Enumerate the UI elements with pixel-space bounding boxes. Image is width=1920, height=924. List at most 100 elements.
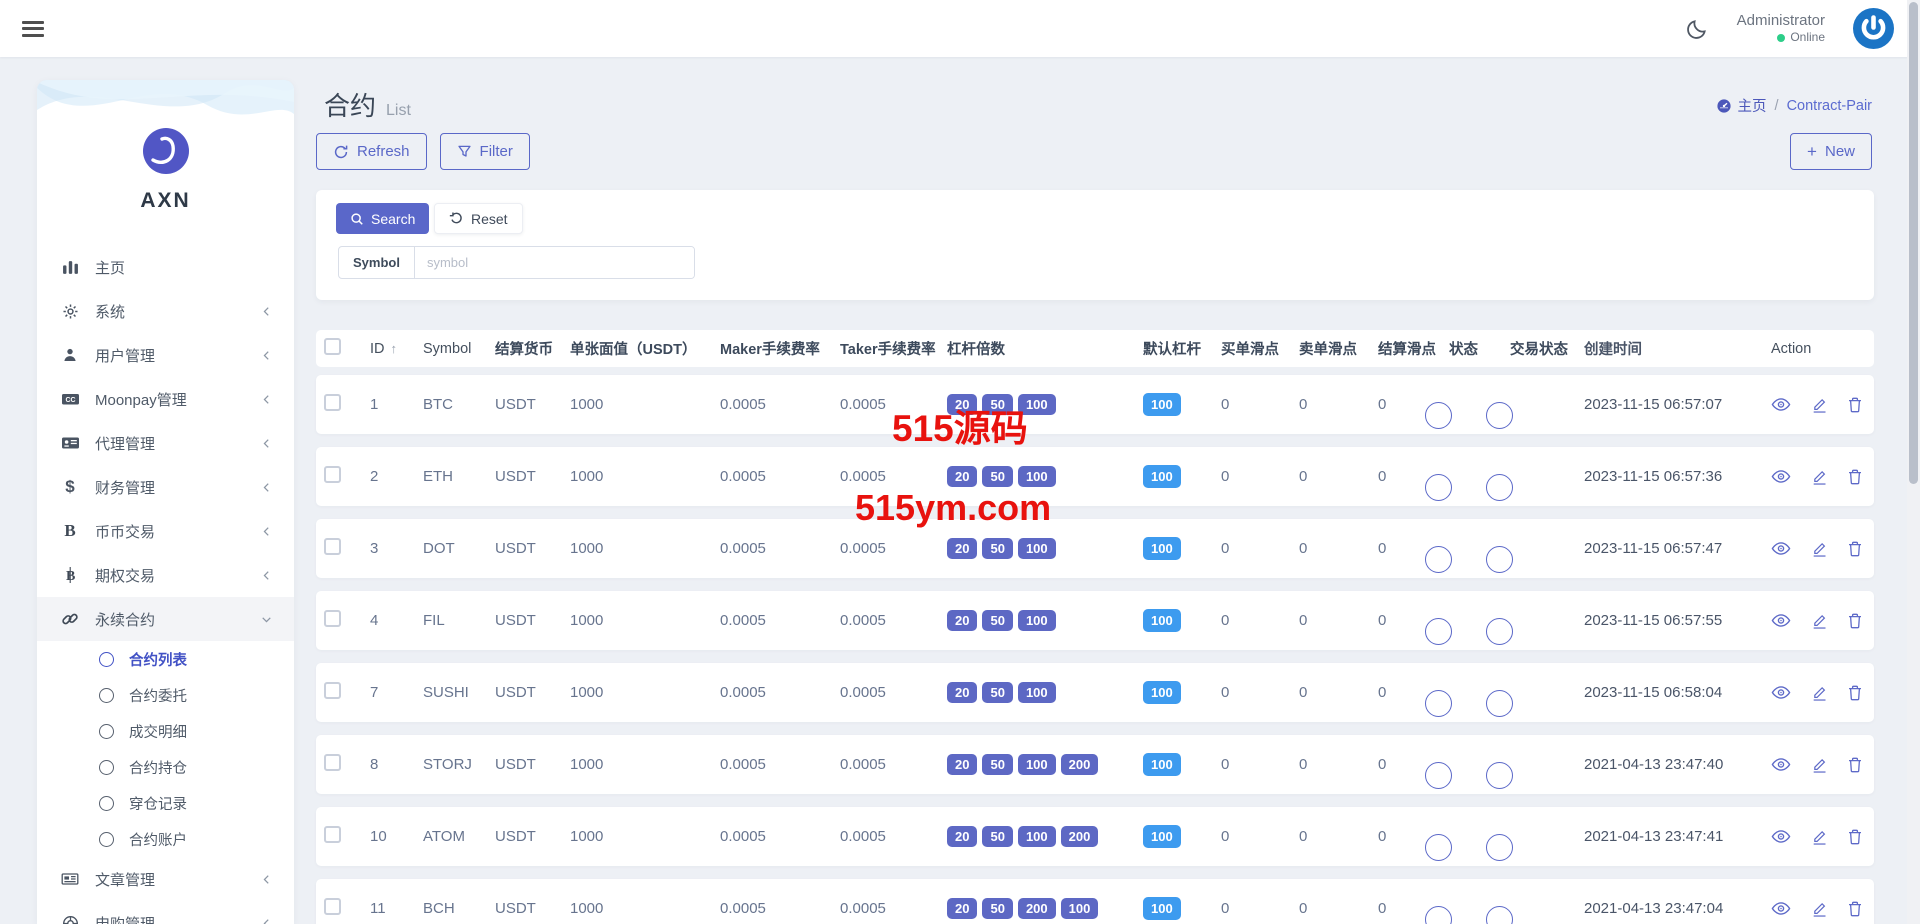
sidebar-item-8[interactable]: B期权交易 <box>37 553 294 597</box>
sidebar-item-1[interactable]: 主页 <box>37 245 294 289</box>
leverage-badge: 50 <box>982 754 1012 775</box>
cell-maker-fee: 0.0005 <box>720 540 840 557</box>
cell-default-leverage: 100 <box>1143 900 1221 917</box>
circle-icon <box>99 652 114 667</box>
row-checkbox[interactable] <box>324 682 341 699</box>
cell-face-value: 1000 <box>570 468 720 485</box>
sidebar-subitem-2[interactable]: 合约委托 <box>37 677 294 713</box>
table-row: 11BCHUSDT10000.00050.0005205020010010000… <box>316 879 1874 924</box>
search-button[interactable]: Search <box>336 203 429 234</box>
sidebar-subitem-4[interactable]: 合约持仓 <box>37 749 294 785</box>
edit-button[interactable] <box>1812 829 1827 845</box>
edit-button[interactable] <box>1812 901 1827 917</box>
dark-mode-icon[interactable] <box>1685 17 1709 41</box>
new-button[interactable]: + New <box>1790 133 1872 170</box>
cell-created-at: 2023-11-15 06:57:36 <box>1584 468 1761 485</box>
sidebar-item-3[interactable]: 用户管理 <box>37 333 294 377</box>
cell-face-value: 1000 <box>570 756 720 773</box>
edit-button[interactable] <box>1812 613 1827 629</box>
sidebar-item-9[interactable]: 永续合约 <box>37 597 294 641</box>
row-checkbox[interactable] <box>324 394 341 411</box>
delete-button[interactable] <box>1848 829 1862 845</box>
user-status: Online <box>1790 30 1825 45</box>
leverage-badge: 100 <box>1018 754 1056 775</box>
sidebar-toggle-button[interactable] <box>22 21 44 37</box>
sidebar-subitem-6[interactable]: 合约账户 <box>37 821 294 857</box>
sidebar-subitem-3[interactable]: 成交明细 <box>37 713 294 749</box>
leverage-badge: 20 <box>947 466 977 487</box>
symbol-input[interactable] <box>415 247 694 278</box>
sidebar-item-5[interactable]: 代理管理 <box>37 421 294 465</box>
sidebar-subitem-5[interactable]: 穿仓记录 <box>37 785 294 821</box>
user-name: Administrator <box>1737 12 1825 31</box>
cell-face-value: 1000 <box>570 900 720 917</box>
toolbar: Refresh Filter <box>316 133 530 170</box>
delete-button[interactable] <box>1848 613 1862 629</box>
row-checkbox[interactable] <box>324 538 341 555</box>
sidebar-item-6[interactable]: $财务管理 <box>37 465 294 509</box>
sidebar-subitem-label: 穿仓记录 <box>129 793 187 814</box>
sidebar-item-4[interactable]: CCMoonpay管理 <box>37 377 294 421</box>
header-buy-slippage: 买单滑点 <box>1221 338 1299 359</box>
sidebar-item-7[interactable]: B币币交易 <box>37 509 294 553</box>
delete-button[interactable] <box>1848 757 1862 773</box>
breadcrumb-home-link[interactable]: 主页 <box>1716 95 1767 116</box>
sidebar-item-10[interactable]: 文章管理 <box>37 857 294 901</box>
sidebar-subitem-label: 合约账户 <box>129 829 187 850</box>
sidebar-item-2[interactable]: 系统 <box>37 289 294 333</box>
cell-settle-currency: USDT <box>495 756 570 773</box>
scrollbar-thumb[interactable] <box>1909 2 1918 484</box>
view-button[interactable] <box>1771 901 1791 916</box>
delete-button[interactable] <box>1848 685 1862 701</box>
refresh-button[interactable]: Refresh <box>316 133 427 170</box>
view-button[interactable] <box>1771 397 1791 412</box>
breadcrumb-current[interactable]: Contract-Pair <box>1787 98 1872 114</box>
leverage-badge: 100 <box>1018 538 1056 559</box>
edit-button[interactable] <box>1812 541 1827 557</box>
cell-sell-slippage: 0 <box>1299 612 1378 629</box>
filter-button[interactable]: Filter <box>440 133 530 170</box>
leverage-badge: 200 <box>1061 754 1099 775</box>
cell-symbol: FIL <box>423 612 495 629</box>
sidebar-subitem-1[interactable]: 合约列表 <box>37 641 294 677</box>
reset-button[interactable]: Reset <box>434 203 523 234</box>
row-checkbox[interactable] <box>324 466 341 483</box>
id-card-icon <box>59 435 81 451</box>
sidebar-menu: 主页系统用户管理CCMoonpay管理代理管理$财务管理B币币交易B期权交易永续… <box>37 245 294 924</box>
row-checkbox[interactable] <box>324 610 341 627</box>
delete-button[interactable] <box>1848 541 1862 557</box>
row-checkbox[interactable] <box>324 754 341 771</box>
row-checkbox[interactable] <box>324 826 341 843</box>
sidebar-item-11[interactable]: 申购管理 <box>37 901 294 924</box>
row-checkbox[interactable] <box>324 898 341 915</box>
view-button[interactable] <box>1771 541 1791 556</box>
view-button[interactable] <box>1771 829 1791 844</box>
user-avatar[interactable] <box>1853 8 1894 49</box>
table-row: 10ATOMUSDT10000.00050.000520501002001000… <box>316 807 1874 866</box>
user-menu[interactable]: Administrator Online <box>1737 12 1825 46</box>
delete-button[interactable] <box>1848 397 1862 413</box>
symbol-label: Symbol <box>339 247 415 278</box>
edit-button[interactable] <box>1812 469 1827 485</box>
header-settle-slippage: 结算滑点 <box>1378 338 1449 359</box>
view-button[interactable] <box>1771 469 1791 484</box>
chevron-left-icon <box>261 482 272 493</box>
header-id[interactable]: ID↑ <box>370 341 423 357</box>
select-all-checkbox[interactable] <box>324 338 341 355</box>
header-trade-status: 交易状态 <box>1510 338 1584 359</box>
edit-button[interactable] <box>1812 397 1827 413</box>
cell-sell-slippage: 0 <box>1299 756 1378 773</box>
edit-button[interactable] <box>1812 685 1827 701</box>
sidebar-subitem-label: 成交明细 <box>129 721 187 742</box>
sort-asc-icon[interactable]: ↑ <box>391 341 398 356</box>
edit-button[interactable] <box>1812 757 1827 773</box>
cell-leverages: 2050100200 <box>947 754 1143 775</box>
delete-button[interactable] <box>1848 469 1862 485</box>
scrollbar-track[interactable] <box>1907 0 1920 924</box>
view-button[interactable] <box>1771 757 1791 772</box>
cell-settle-currency: USDT <box>495 540 570 557</box>
delete-button[interactable] <box>1848 901 1862 917</box>
view-button[interactable] <box>1771 613 1791 628</box>
cell-default-leverage: 100 <box>1143 468 1221 485</box>
view-button[interactable] <box>1771 685 1791 700</box>
